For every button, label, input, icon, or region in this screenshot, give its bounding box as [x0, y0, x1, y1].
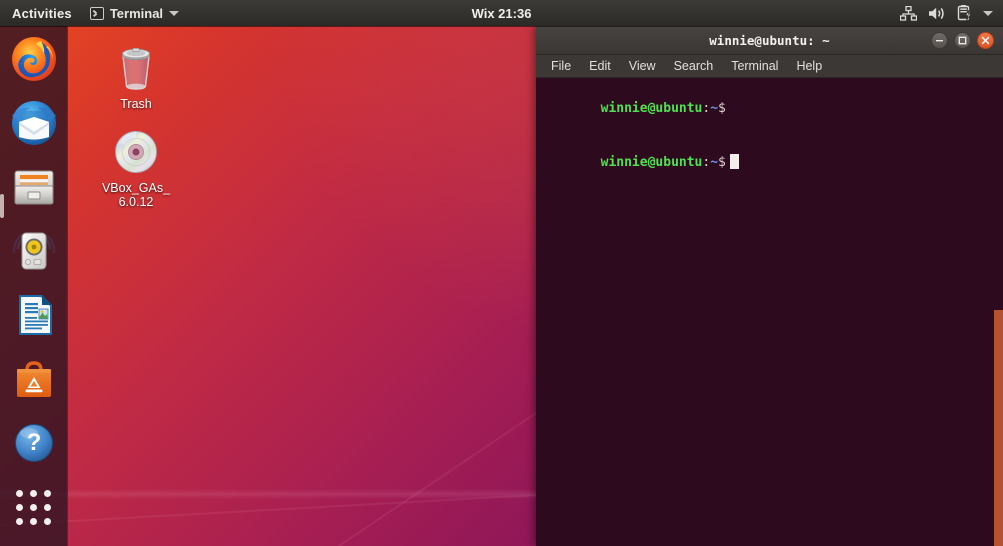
files-icon: [10, 163, 58, 211]
dock-item-ubuntu-software[interactable]: [8, 354, 60, 404]
dock-item-rhythmbox[interactable]: [8, 226, 60, 276]
dock-item-libreoffice-writer[interactable]: [8, 290, 60, 340]
prompt-path: ~: [710, 155, 719, 170]
menu-item-view[interactable]: View: [623, 57, 662, 75]
rhythmbox-icon: [10, 227, 58, 275]
firefox-icon: [10, 35, 58, 83]
desktop-icon-trash[interactable]: Trash: [88, 40, 184, 111]
terminal-window: winnie@ubuntu: ~ File Edit View Search T…: [536, 26, 1003, 546]
terminal-output-area[interactable]: winnie@ubuntu:~$ winnie@ubuntu:~$: [536, 78, 1003, 546]
dock-item-files[interactable]: [8, 162, 60, 212]
show-applications-button[interactable]: [8, 482, 60, 532]
prompt-sigil: $: [718, 155, 726, 170]
clock-label[interactable]: Wix 21:36: [472, 6, 532, 21]
close-button[interactable]: [977, 31, 994, 49]
dock-item-help[interactable]: ?: [8, 418, 60, 468]
trash-icon: [88, 40, 184, 92]
help-icon: ?: [10, 419, 58, 467]
terminal-line: winnie@ubuntu:~$: [536, 136, 1003, 190]
desktop-icon-vbox-label-line2: 6.0.12: [118, 195, 154, 209]
prompt-path: ~: [710, 101, 719, 116]
minimize-button[interactable]: [931, 31, 948, 49]
dock-item-firefox[interactable]: [8, 34, 60, 84]
desktop-screen: Trash VBox_GAs_ 6.0.12 ? Activities Term…: [0, 0, 1003, 546]
desktop-icon-vbox-label-line1: VBox_GAs_: [101, 181, 171, 195]
network-icon[interactable]: [900, 5, 917, 21]
battery-icon[interactable]: [957, 5, 972, 21]
app-menu-label: Terminal: [109, 5, 164, 21]
prompt-user: winnie@ubuntu: [600, 155, 703, 170]
system-tray: [900, 5, 1003, 21]
terminal-icon: [89, 6, 104, 20]
desktop-icon-trash-label: Trash: [120, 97, 152, 111]
top-bar: Activities Terminal Wix 21:36: [0, 0, 1003, 26]
maximize-button[interactable]: [954, 31, 971, 49]
menu-item-terminal[interactable]: Terminal: [725, 57, 784, 75]
close-icon: [981, 36, 990, 45]
terminal-menubar: File Edit View Search Terminal Help: [536, 55, 1003, 78]
minimize-icon: [935, 36, 944, 45]
chevron-down-icon: [169, 10, 180, 16]
app-menu-terminal[interactable]: Terminal: [82, 6, 187, 21]
window-controls: [931, 31, 1003, 49]
dock-scroll-indicator[interactable]: [0, 194, 4, 218]
desktop-icon-vbox-guest-additions[interactable]: VBox_GAs_ 6.0.12: [88, 124, 184, 209]
activities-button[interactable]: Activities: [0, 6, 82, 21]
terminal-titlebar[interactable]: winnie@ubuntu: ~: [536, 26, 1003, 55]
terminal-scrollbar-thumb[interactable]: [994, 310, 1003, 546]
maximize-icon: [958, 36, 967, 45]
menu-item-file[interactable]: File: [545, 57, 577, 75]
prompt-user: winnie@ubuntu: [600, 101, 703, 116]
menu-item-help[interactable]: Help: [790, 57, 828, 75]
terminal-cursor: [729, 154, 739, 169]
terminal-line: winnie@ubuntu:~$: [536, 82, 1003, 136]
dock: ?: [0, 26, 68, 546]
system-menu-chevron-down-icon[interactable]: [983, 10, 993, 16]
terminal-scrollbar[interactable]: [994, 78, 1003, 546]
thunderbird-icon: [10, 99, 58, 147]
menu-item-edit[interactable]: Edit: [583, 57, 617, 75]
ubuntu-software-icon: [10, 355, 58, 403]
svg-text:?: ?: [26, 429, 41, 456]
apps-grid-icon: [16, 489, 51, 525]
cd-disc-icon: [88, 124, 184, 176]
libreoffice-writer-icon: [10, 291, 58, 339]
volume-icon[interactable]: [928, 6, 946, 21]
dock-item-thunderbird[interactable]: [8, 98, 60, 148]
prompt-sigil: $: [718, 101, 726, 116]
menu-item-search[interactable]: Search: [668, 57, 720, 75]
